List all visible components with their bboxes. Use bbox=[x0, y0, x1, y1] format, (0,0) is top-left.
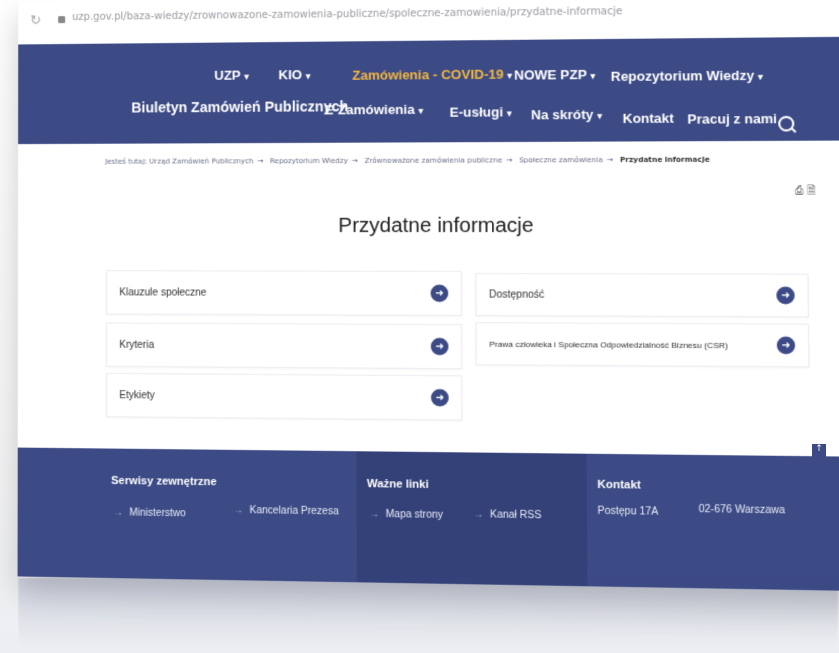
site-brand[interactable]: Biuletyn Zamówień Publicznych bbox=[131, 98, 348, 115]
footer-col-external: Serwisy zewnętrzne → Ministerstwo → Kancel… bbox=[18, 448, 357, 583]
nav-item-nowe-pzp[interactable]: NOWE PZP ▾ bbox=[514, 67, 595, 83]
nav-item-kio[interactable]: KIO ▾ bbox=[278, 67, 310, 82]
nav-item-e-zamowienia[interactable]: E-Zamówienia ▾ bbox=[325, 102, 424, 118]
footer-heading: Ważne linki bbox=[366, 477, 429, 492]
page-title: Przydatne informacje bbox=[338, 214, 534, 238]
arrow-right-icon[interactable]: ➜ bbox=[430, 337, 449, 356]
footer-address: Postępu 17A bbox=[597, 505, 659, 518]
arrow-right-icon[interactable]: ➜ bbox=[776, 336, 796, 355]
lock-icon bbox=[58, 16, 66, 24]
footer-heading: Serwisy zewnętrzne bbox=[111, 474, 217, 489]
footer-col-contact: Kontakt Postępu 17A 02-676 Warszawa bbox=[587, 454, 839, 592]
reflection-footer bbox=[18, 578, 838, 648]
arrow-icon: → bbox=[233, 504, 244, 517]
pdf-icon[interactable]: 🗎 bbox=[807, 185, 816, 196]
footer-col-links: Ważne linki → Mapa strony → Kanał RSS bbox=[356, 451, 588, 587]
card-label: Prawa człowieka i Społeczna Odpowiedzial… bbox=[489, 339, 728, 350]
nav-item-covid[interactable]: Zamówienia - COVID-19 ▾ bbox=[352, 66, 512, 82]
arrow-right-icon[interactable]: ➜ bbox=[430, 284, 449, 303]
breadcrumb: Jesteś tutaj: Urząd Zamówień Publicznych… bbox=[105, 155, 710, 166]
screen: ↻ uzp.gov.pl/baza-wiedzy/zrownowazone-za… bbox=[0, 0, 839, 653]
page-reflection bbox=[18, 578, 838, 648]
arrow-icon: → bbox=[369, 508, 380, 521]
breadcrumb-prefix: Jesteś tutaj: bbox=[105, 157, 147, 166]
card-label: Etykiety bbox=[119, 389, 155, 401]
card-label: Klauzule społeczne bbox=[119, 286, 207, 299]
footer-link[interactable]: → Kanał RSS bbox=[473, 509, 541, 521]
card-label: Kryteria bbox=[119, 339, 155, 351]
card-csr[interactable]: Prawa człowieka i Społeczna Odpowiedzial… bbox=[475, 322, 810, 368]
search-icon[interactable] bbox=[778, 115, 795, 132]
card-kryteria[interactable]: Kryteria ➜ bbox=[106, 322, 463, 370]
breadcrumb-item[interactable]: Urząd Zamówień Publicznych bbox=[149, 157, 253, 165]
nav-item-pracuj[interactable]: Pracuj z nami bbox=[687, 111, 777, 127]
footer-city: 02-676 Warszawa bbox=[698, 503, 785, 517]
reload-icon[interactable]: ↻ bbox=[30, 13, 41, 28]
breadcrumb-item[interactable]: Społeczne zamówienia bbox=[519, 156, 603, 164]
card-etykiety[interactable]: Etykiety ➜ bbox=[106, 372, 463, 421]
nav-item-na-skroty[interactable]: Na skróty ▾ bbox=[531, 107, 602, 123]
footer-link[interactable]: → Ministerstwo bbox=[113, 507, 186, 519]
footer-heading: Kontakt bbox=[597, 478, 641, 492]
site-footer: Serwisy zewnętrzne → Ministerstwo → Kancel… bbox=[17, 447, 839, 592]
card-label: Dostępność bbox=[488, 288, 545, 301]
url-text[interactable]: uzp.gov.pl/baza-wiedzy/zrownowazone-zamo… bbox=[72, 6, 622, 23]
breadcrumb-item[interactable]: Zrównoważone zamówienia publiczne bbox=[365, 156, 503, 165]
browser-page: ↻ uzp.gov.pl/baza-wiedzy/zrownowazone-za… bbox=[17, 0, 839, 592]
breadcrumb-current: Przydatne informacje bbox=[619, 155, 710, 165]
card-klauzule[interactable]: Klauzule społeczne ➜ bbox=[106, 270, 462, 316]
nav-item-kontakt[interactable]: Kontakt bbox=[623, 110, 674, 126]
scroll-to-top-button[interactable]: ↑ bbox=[812, 444, 826, 480]
footer-link[interactable]: → Mapa strony bbox=[369, 509, 443, 521]
nav-item-uzp[interactable]: UZP ▾ bbox=[214, 67, 249, 83]
arrow-right-icon[interactable]: ➜ bbox=[776, 286, 795, 305]
breadcrumb-item[interactable]: Repozytorium Wiedzy bbox=[270, 157, 348, 165]
nav-item-repozytorium[interactable]: Repozytorium Wiedzy ▾ bbox=[611, 68, 763, 85]
page-tools: ⎙ 🗎 bbox=[795, 183, 816, 201]
arrow-right-icon[interactable]: ➜ bbox=[430, 388, 449, 407]
arrow-icon: → bbox=[113, 507, 124, 519]
card-dostepnosc[interactable]: Dostępność ➜ bbox=[475, 272, 809, 318]
main-navigation: UZP ▾ KIO ▾ Zamówienia - COVID-19 ▾ NOWE… bbox=[18, 36, 839, 145]
arrow-icon: → bbox=[473, 509, 484, 521]
footer-link[interactable]: → Kancelaria Prezesa bbox=[233, 505, 339, 518]
nav-item-e-uslugi[interactable]: E-usługi ▾ bbox=[450, 104, 512, 120]
print-icon[interactable]: ⎙ bbox=[795, 185, 804, 196]
